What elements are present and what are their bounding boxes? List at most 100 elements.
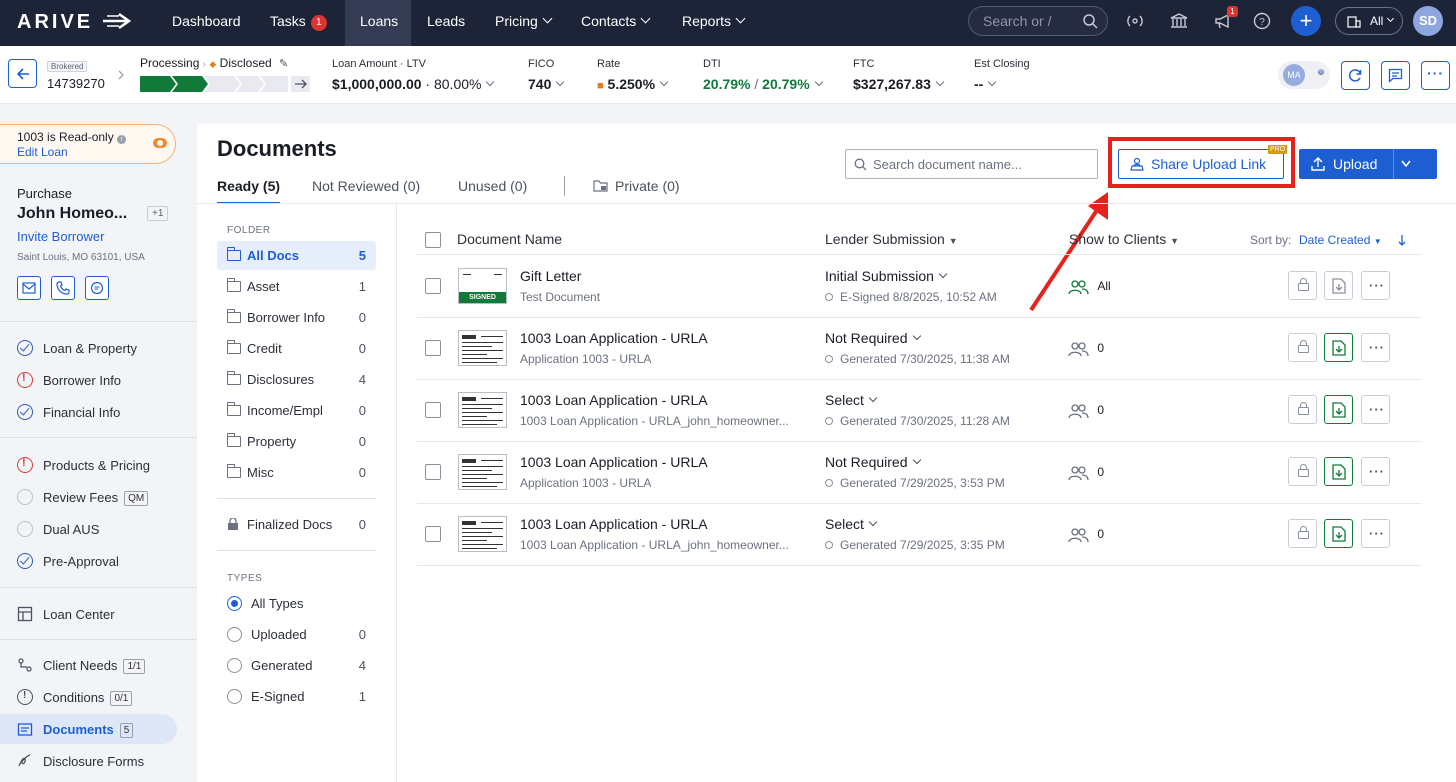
folder-asset[interactable]: Asset 1 [217, 272, 376, 301]
row-checkbox[interactable] [425, 340, 441, 356]
folder-finalized-docs[interactable]: Finalized Docs 0 [217, 510, 376, 539]
row-more-button[interactable]: ··· [1361, 333, 1390, 362]
sidebar-item-pre-approval[interactable]: Pre-Approval [0, 546, 177, 576]
sidebar-item-disclosure-forms[interactable]: Disclosure Forms [0, 746, 177, 776]
lender-submission-select[interactable]: Not Required [825, 330, 921, 346]
folder-misc[interactable]: Misc 0 [217, 458, 376, 487]
show-to-clients[interactable]: 0 [1068, 341, 1104, 357]
folder-property[interactable]: Property 0 [217, 427, 376, 456]
user-avatar[interactable]: SD [1413, 6, 1443, 36]
row-checkbox[interactable] [425, 278, 441, 294]
lender-submission-select[interactable]: Select [825, 516, 878, 532]
nav-dashboard[interactable]: Dashboard [159, 0, 253, 46]
refresh-button[interactable] [1341, 61, 1370, 90]
sidebar-item-loan-center[interactable]: Loan Center [0, 599, 177, 629]
nav-leads[interactable]: Leads [415, 0, 475, 46]
document-search[interactable] [845, 149, 1098, 179]
sidebar-item-client-needs[interactable]: Client Needs 1/1 [0, 650, 177, 680]
document-name[interactable]: 1003 Loan Application - URLA [520, 454, 708, 470]
edit-icon[interactable]: ✎ [279, 58, 288, 70]
loan-status[interactable]: Processing › ◆ Disclosed ✎ [140, 56, 288, 70]
row-checkbox[interactable] [425, 526, 441, 542]
loan-amount-value[interactable]: $1,000,000.00 · 80.00% [332, 76, 495, 92]
invite-borrower-link[interactable]: Invite Borrower [17, 229, 104, 244]
folder-disclosures[interactable]: Disclosures 4 [217, 365, 376, 394]
lock-button[interactable] [1288, 271, 1317, 300]
company-select[interactable]: All [1335, 7, 1403, 35]
row-more-button[interactable]: ··· [1361, 271, 1390, 300]
lender-submission-select[interactable]: Not Required [825, 454, 921, 470]
global-search-input[interactable] [983, 13, 1073, 29]
download-button[interactable] [1324, 395, 1353, 424]
fico-value[interactable]: 740 [528, 76, 565, 92]
type-uploaded[interactable]: Uploaded 0 [227, 622, 366, 648]
table-row[interactable]: 1003 Loan Application - URLA 1003 Loan Ap… [417, 503, 1421, 565]
rate-value[interactable]: ■ 5.250% [597, 76, 669, 92]
download-button[interactable] [1324, 333, 1353, 362]
row-checkbox[interactable] [425, 402, 441, 418]
more-options-button[interactable]: ··· [1421, 61, 1450, 90]
tab-unused[interactable]: Unused (0) [458, 178, 527, 202]
show-to-clients[interactable]: 0 [1068, 465, 1104, 481]
download-button[interactable] [1324, 457, 1353, 486]
document-search-input[interactable] [873, 157, 1088, 172]
dti-value[interactable]: 20.79% / 20.79% [703, 76, 823, 92]
document-name[interactable]: 1003 Loan Application - URLA [520, 392, 708, 408]
back-button[interactable] [8, 59, 37, 88]
sidebar-item-loan-property[interactable]: Loan & Property [0, 333, 177, 363]
sort-direction-icon[interactable] [1397, 234, 1407, 246]
lock-button[interactable] [1288, 333, 1317, 362]
folder-borrower-info[interactable]: Borrower Info 0 [217, 303, 376, 332]
email-button[interactable] [17, 276, 41, 300]
nav-contacts[interactable]: Contacts [570, 0, 666, 46]
download-button[interactable] [1324, 519, 1353, 548]
bank-icon[interactable] [1170, 13, 1188, 29]
sms-button[interactable] [85, 276, 109, 300]
type-e-signed[interactable]: E-Signed 1 [227, 684, 366, 710]
broadcast-icon[interactable] [1125, 13, 1145, 29]
phone-button[interactable] [51, 276, 75, 300]
row-more-button[interactable]: ··· [1361, 457, 1390, 486]
sidebar-item-documents[interactable]: Documents 5 [0, 714, 177, 744]
sidebar-item-conditions[interactable]: ! Conditions 0/1 [0, 682, 177, 712]
messages-button[interactable] [1381, 61, 1410, 90]
global-search[interactable] [968, 6, 1108, 36]
sidebar-item-review-fees[interactable]: Review Fees QM [0, 482, 177, 512]
lender-submission-select[interactable]: Select [825, 392, 878, 408]
upload-button[interactable]: Upload [1299, 149, 1437, 179]
nav-loans[interactable]: Loans [345, 0, 411, 46]
download-button[interactable] [1324, 271, 1353, 300]
select-all-checkbox[interactable] [425, 232, 441, 248]
column-lender-submission[interactable]: Lender Submission ▼ [825, 231, 958, 247]
tab-ready[interactable]: Ready (5) [217, 178, 281, 204]
ftc-value[interactable]: $327,267.83 [853, 76, 945, 92]
table-row[interactable]: 1003 Loan Application - URLA Application … [417, 441, 1421, 503]
sidebar-item-borrower-info[interactable]: Borrower Info [0, 365, 177, 395]
nav-pricing[interactable]: Pricing [483, 0, 563, 46]
document-name[interactable]: 1003 Loan Application - URLA [520, 516, 708, 532]
folder-credit[interactable]: Credit 0 [217, 334, 376, 363]
row-more-button[interactable]: ··· [1361, 519, 1390, 548]
show-to-clients[interactable]: 0 [1068, 403, 1104, 419]
lender-submission-select[interactable]: Initial Submission [825, 268, 948, 284]
arive-logo[interactable]: ARIVE [17, 11, 93, 34]
additional-borrowers-badge[interactable]: +1 [147, 206, 169, 221]
edit-loan-link[interactable]: Edit Loan [17, 145, 68, 159]
assignee-select[interactable]: MA [1278, 61, 1330, 89]
borrower-name[interactable]: John Homeo... [17, 205, 127, 223]
type-generated[interactable]: Generated 4 [227, 653, 366, 679]
table-row[interactable]: 1003 Loan Application - URLA 1003 Loan Ap… [417, 379, 1421, 441]
table-row[interactable]: SIGNED Gift Letter Test Document Initial Su… [417, 255, 1421, 317]
upload-options-chevron-icon[interactable] [1400, 159, 1412, 169]
lock-button[interactable] [1288, 519, 1317, 548]
document-name[interactable]: Gift Letter [520, 268, 581, 284]
document-name[interactable]: 1003 Loan Application - URLA [520, 330, 708, 346]
show-to-clients[interactable]: All [1068, 279, 1111, 295]
share-upload-link-button[interactable]: Share Upload Link [1118, 149, 1284, 179]
row-checkbox[interactable] [425, 464, 441, 480]
sidebar-item-financial-info[interactable]: Financial Info [0, 397, 177, 427]
closing-value[interactable]: -- [974, 76, 997, 92]
sidebar-item-dual-aus[interactable]: Dual AUS [0, 514, 177, 544]
row-more-button[interactable]: ··· [1361, 395, 1390, 424]
sort-select[interactable]: Date Created ▼ [1299, 233, 1382, 247]
